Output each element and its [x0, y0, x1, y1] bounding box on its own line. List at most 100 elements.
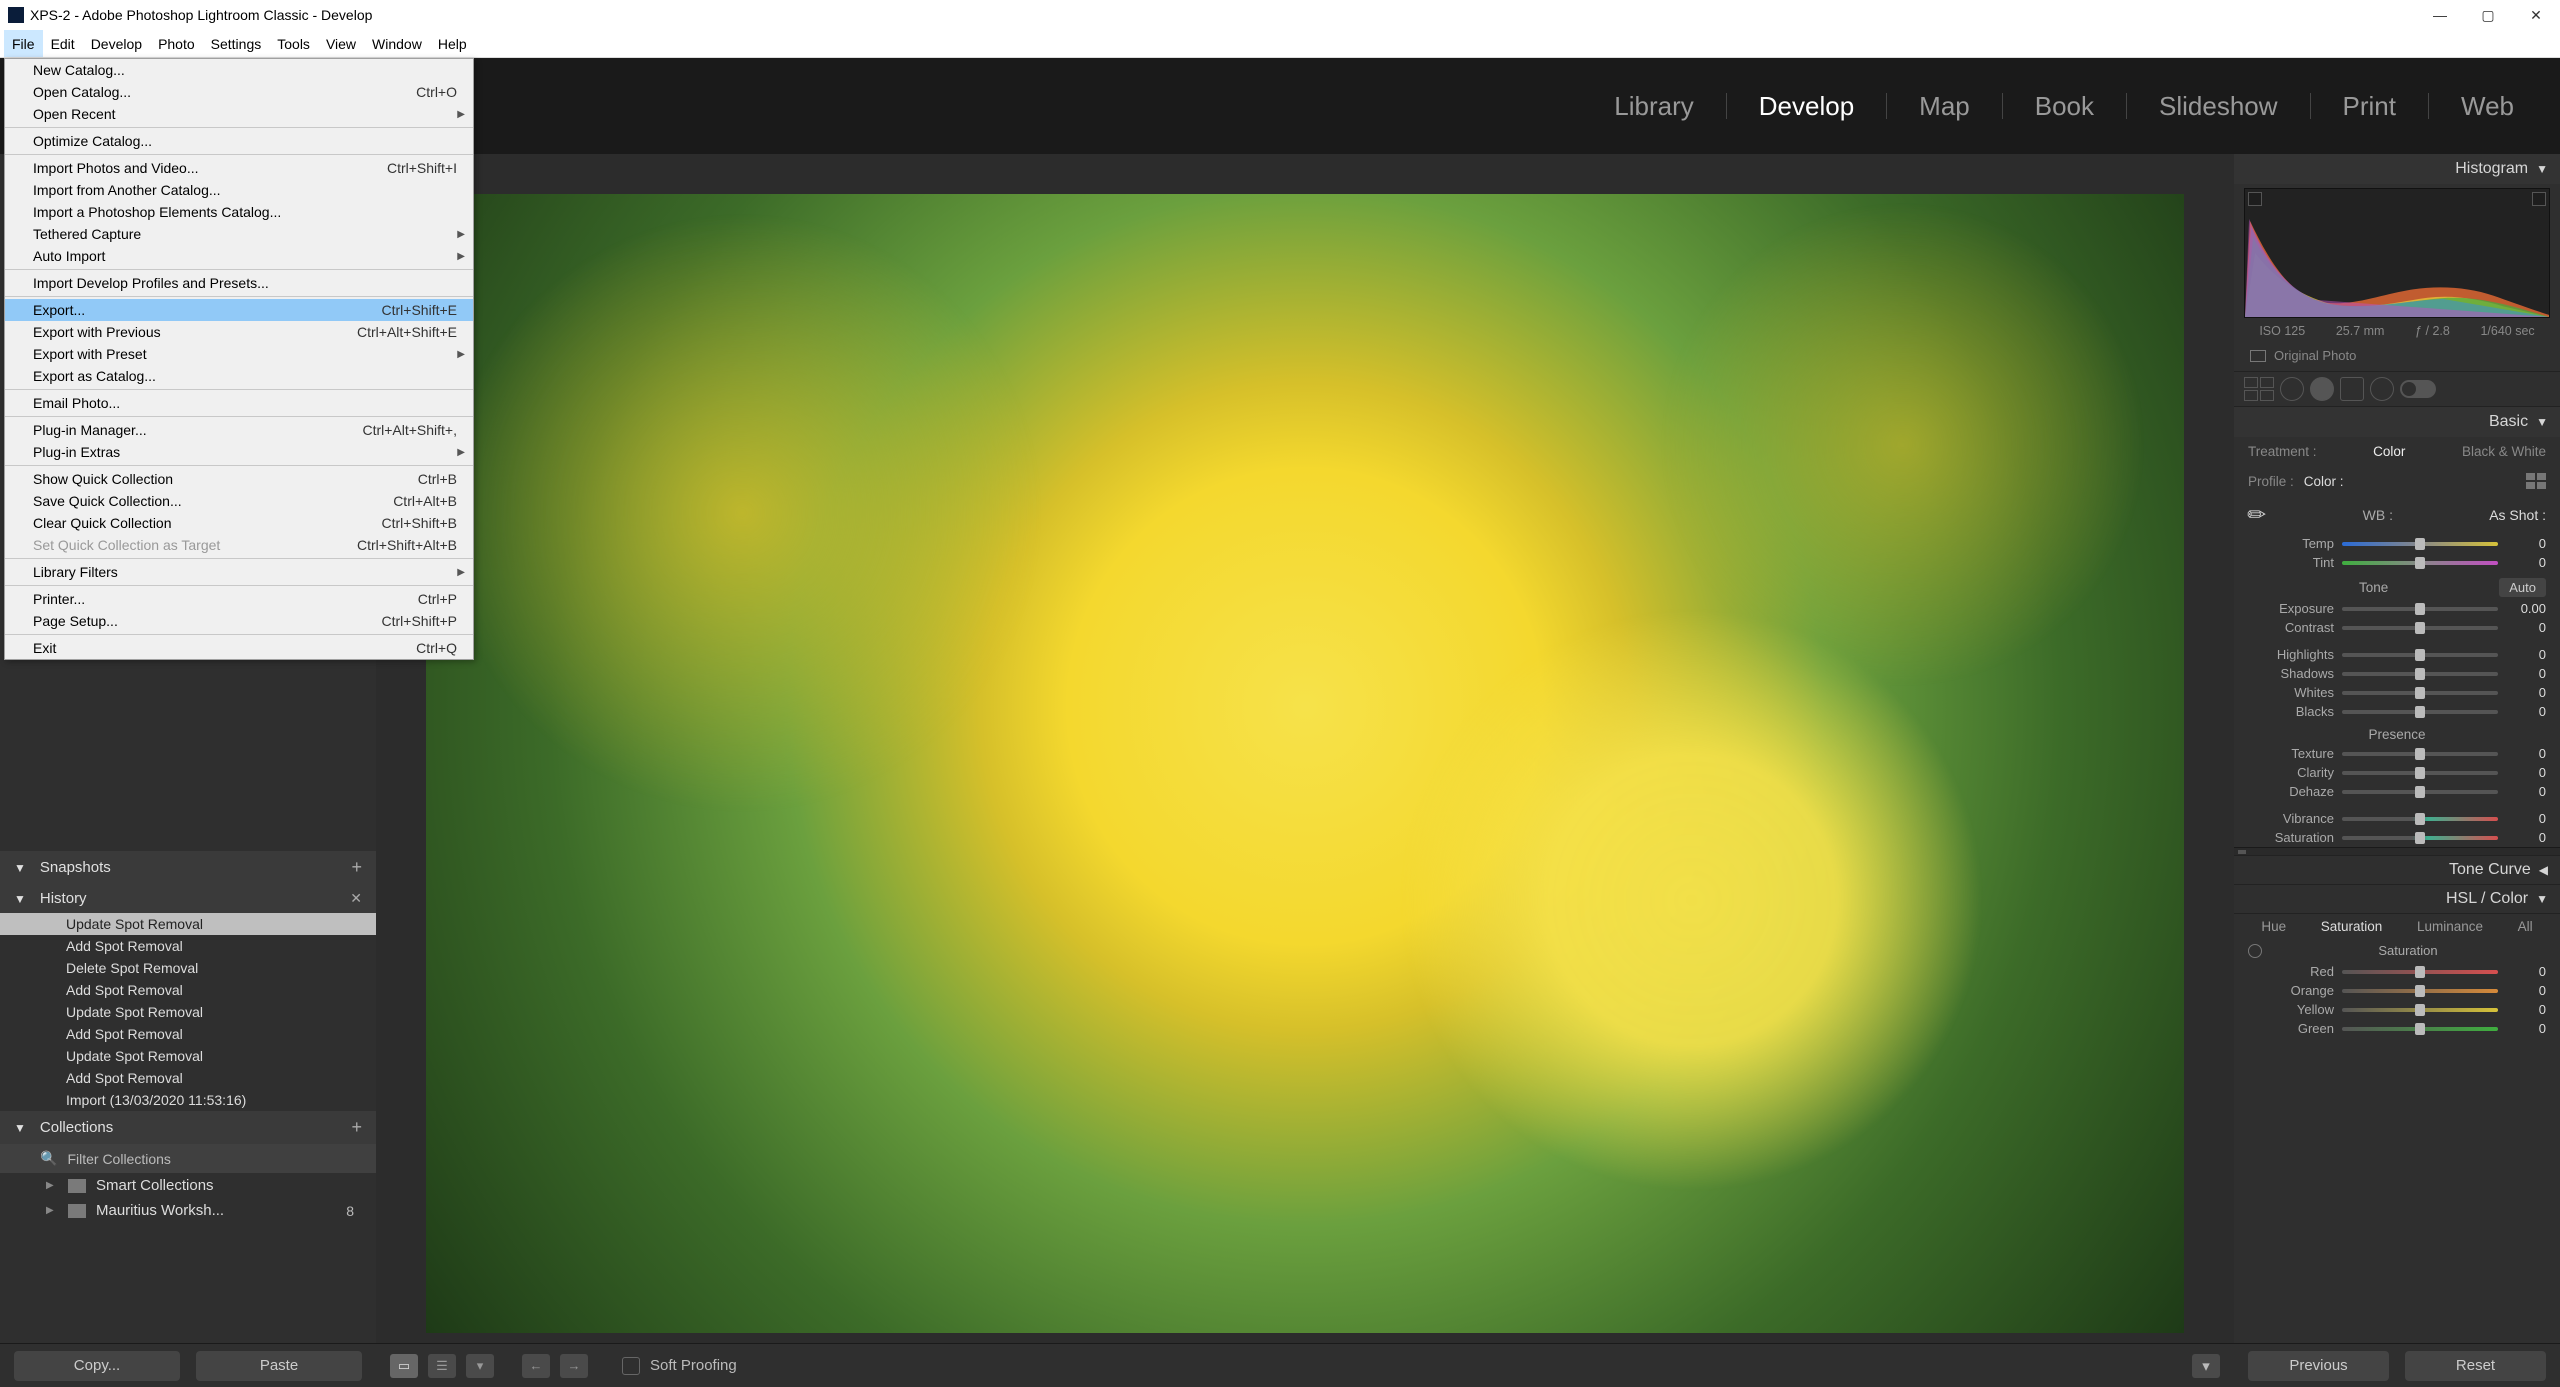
- menu-item-import-from-another-catalog[interactable]: Import from Another Catalog...: [5, 179, 473, 201]
- slider-tint[interactable]: Tint0: [2234, 553, 2560, 572]
- minimize-button[interactable]: —: [2416, 0, 2464, 30]
- menu-settings[interactable]: Settings: [203, 30, 270, 57]
- profile-browser-icon[interactable]: [2526, 473, 2546, 489]
- history-item[interactable]: Add Spot Removal: [0, 935, 376, 957]
- crop-tool-icon[interactable]: [2244, 377, 2274, 401]
- slider-knob[interactable]: [2415, 767, 2425, 779]
- add-collection-icon[interactable]: +: [351, 1117, 362, 1138]
- menu-item-optimize-catalog[interactable]: Optimize Catalog...: [5, 130, 473, 152]
- hsl-tab-saturation[interactable]: Saturation: [2321, 919, 2383, 934]
- menu-item-export-as-catalog[interactable]: Export as Catalog...: [5, 365, 473, 387]
- basic-panel-header[interactable]: Basic▼: [2234, 407, 2560, 437]
- slider-knob[interactable]: [2415, 1023, 2425, 1035]
- history-item[interactable]: Update Spot Removal: [0, 1045, 376, 1067]
- history-item[interactable]: Add Spot Removal: [0, 1023, 376, 1045]
- file-menu-dropdown[interactable]: New Catalog...Open Catalog...Ctrl+OOpen …: [4, 58, 474, 660]
- profile-row[interactable]: Profile : Color :: [2234, 466, 2560, 496]
- history-item[interactable]: Add Spot Removal: [0, 979, 376, 1001]
- slider-saturation[interactable]: Saturation0: [2234, 828, 2560, 847]
- shadow-clip-icon[interactable]: [2248, 192, 2262, 206]
- history-item[interactable]: Update Spot Removal: [0, 913, 376, 935]
- filter-collections-row[interactable]: 🔍 Filter Collections: [0, 1144, 376, 1173]
- close-button[interactable]: ✕: [2512, 0, 2560, 30]
- menu-tools[interactable]: Tools: [269, 30, 318, 57]
- slider-knob[interactable]: [2415, 813, 2425, 825]
- slider-clarity[interactable]: Clarity0: [2234, 763, 2560, 782]
- slider-knob[interactable]: [2415, 706, 2425, 718]
- radial-filter-icon[interactable]: [2370, 377, 2394, 401]
- slider-dehaze[interactable]: Dehaze0: [2234, 782, 2560, 801]
- menu-item-show-quick-collection[interactable]: Show Quick CollectionCtrl+B: [5, 468, 473, 490]
- slider-whites[interactable]: Whites0: [2234, 683, 2560, 702]
- hsl-tab-all[interactable]: All: [2518, 919, 2533, 934]
- add-snapshot-icon[interactable]: +: [351, 857, 362, 878]
- slider-exposure[interactable]: Exposure0.00: [2234, 599, 2560, 618]
- menu-file[interactable]: File: [4, 30, 43, 57]
- menu-item-save-quick-collection[interactable]: Save Quick Collection...Ctrl+Alt+B: [5, 490, 473, 512]
- menu-item-auto-import[interactable]: Auto Import▶: [5, 245, 473, 267]
- image-stage[interactable]: [376, 154, 2234, 1343]
- before-after-icon[interactable]: ☰: [428, 1354, 456, 1378]
- slider-knob[interactable]: [2415, 832, 2425, 844]
- slider-red[interactable]: Red0: [2234, 962, 2560, 981]
- treatment-color[interactable]: Color: [2373, 444, 2405, 459]
- slider-knob[interactable]: [2415, 622, 2425, 634]
- menu-item-plug-in-manager[interactable]: Plug-in Manager...Ctrl+Alt+Shift+,: [5, 419, 473, 441]
- loupe-view-icon[interactable]: ▭: [390, 1354, 418, 1378]
- module-map[interactable]: Map: [1913, 91, 1976, 122]
- slider-texture[interactable]: Texture0: [2234, 744, 2560, 763]
- slider-knob[interactable]: [2415, 649, 2425, 661]
- prev-photo-icon[interactable]: ←: [522, 1354, 550, 1378]
- slider-knob[interactable]: [2415, 1004, 2425, 1016]
- slider-knob[interactable]: [2415, 786, 2425, 798]
- toolbar-options-icon[interactable]: ▾: [2192, 1354, 2220, 1378]
- menu-view[interactable]: View: [318, 30, 364, 57]
- history-item[interactable]: Add Spot Removal: [0, 1067, 376, 1089]
- menu-item-tethered-capture[interactable]: Tethered Capture▶: [5, 223, 473, 245]
- menu-item-exit[interactable]: ExitCtrl+Q: [5, 637, 473, 659]
- menu-edit[interactable]: Edit: [43, 30, 83, 57]
- auto-tone-button[interactable]: Auto: [2499, 578, 2546, 597]
- histogram-header[interactable]: Histogram▼: [2234, 154, 2560, 184]
- menu-item-library-filters[interactable]: Library Filters▶: [5, 561, 473, 583]
- menu-item-import-develop-profiles-and-presets[interactable]: Import Develop Profiles and Presets...: [5, 272, 473, 294]
- module-book[interactable]: Book: [2029, 91, 2100, 122]
- target-adjust-icon[interactable]: [2248, 944, 2262, 958]
- menu-item-export[interactable]: Export...Ctrl+Shift+E: [5, 299, 473, 321]
- menu-item-new-catalog[interactable]: New Catalog...: [5, 59, 473, 81]
- menu-item-printer[interactable]: Printer...Ctrl+P: [5, 588, 473, 610]
- treatment-bw[interactable]: Black & White: [2462, 444, 2546, 459]
- highlight-clip-icon[interactable]: [2532, 192, 2546, 206]
- paste-button[interactable]: Paste: [196, 1351, 362, 1381]
- slider-contrast[interactable]: Contrast0: [2234, 618, 2560, 637]
- eyedropper-icon[interactable]: ✎: [2242, 499, 2273, 530]
- slider-highlights[interactable]: Highlights0: [2234, 645, 2560, 664]
- slider-knob[interactable]: [2415, 557, 2425, 569]
- menu-help[interactable]: Help: [430, 30, 475, 57]
- collection-row[interactable]: ▶Mauritius Worksh...8: [0, 1198, 376, 1223]
- hsl-tab-hue[interactable]: Hue: [2261, 919, 2286, 934]
- graduated-filter-icon[interactable]: [2340, 377, 2364, 401]
- collections-panel-header[interactable]: ▼Collections +: [0, 1111, 376, 1144]
- menu-item-open-recent[interactable]: Open Recent▶: [5, 103, 473, 125]
- slider-vibrance[interactable]: Vibrance0: [2234, 809, 2560, 828]
- module-web[interactable]: Web: [2455, 91, 2520, 122]
- menu-item-email-photo[interactable]: Email Photo...: [5, 392, 473, 414]
- module-print[interactable]: Print: [2337, 91, 2402, 122]
- history-item[interactable]: Delete Spot Removal: [0, 957, 376, 979]
- menu-item-export-with-previous[interactable]: Export with PreviousCtrl+Alt+Shift+E: [5, 321, 473, 343]
- slider-knob[interactable]: [2415, 985, 2425, 997]
- menu-item-export-with-preset[interactable]: Export with Preset▶: [5, 343, 473, 365]
- slider-knob[interactable]: [2415, 687, 2425, 699]
- maximize-button[interactable]: ▢: [2464, 0, 2512, 30]
- next-photo-icon[interactable]: →: [560, 1354, 588, 1378]
- hsl-color-header[interactable]: HSL / Color▼: [2234, 884, 2560, 913]
- tone-curve-header[interactable]: Tone Curve◀: [2234, 855, 2560, 884]
- reset-button[interactable]: Reset: [2405, 1351, 2546, 1381]
- slider-orange[interactable]: Orange0: [2234, 981, 2560, 1000]
- history-panel-header[interactable]: ▼History ✕: [0, 884, 376, 913]
- original-photo-row[interactable]: Original Photo: [2234, 344, 2560, 371]
- compare-view-icon[interactable]: ▾: [466, 1354, 494, 1378]
- copy-button[interactable]: Copy...: [14, 1351, 180, 1381]
- menu-item-page-setup[interactable]: Page Setup...Ctrl+Shift+P: [5, 610, 473, 632]
